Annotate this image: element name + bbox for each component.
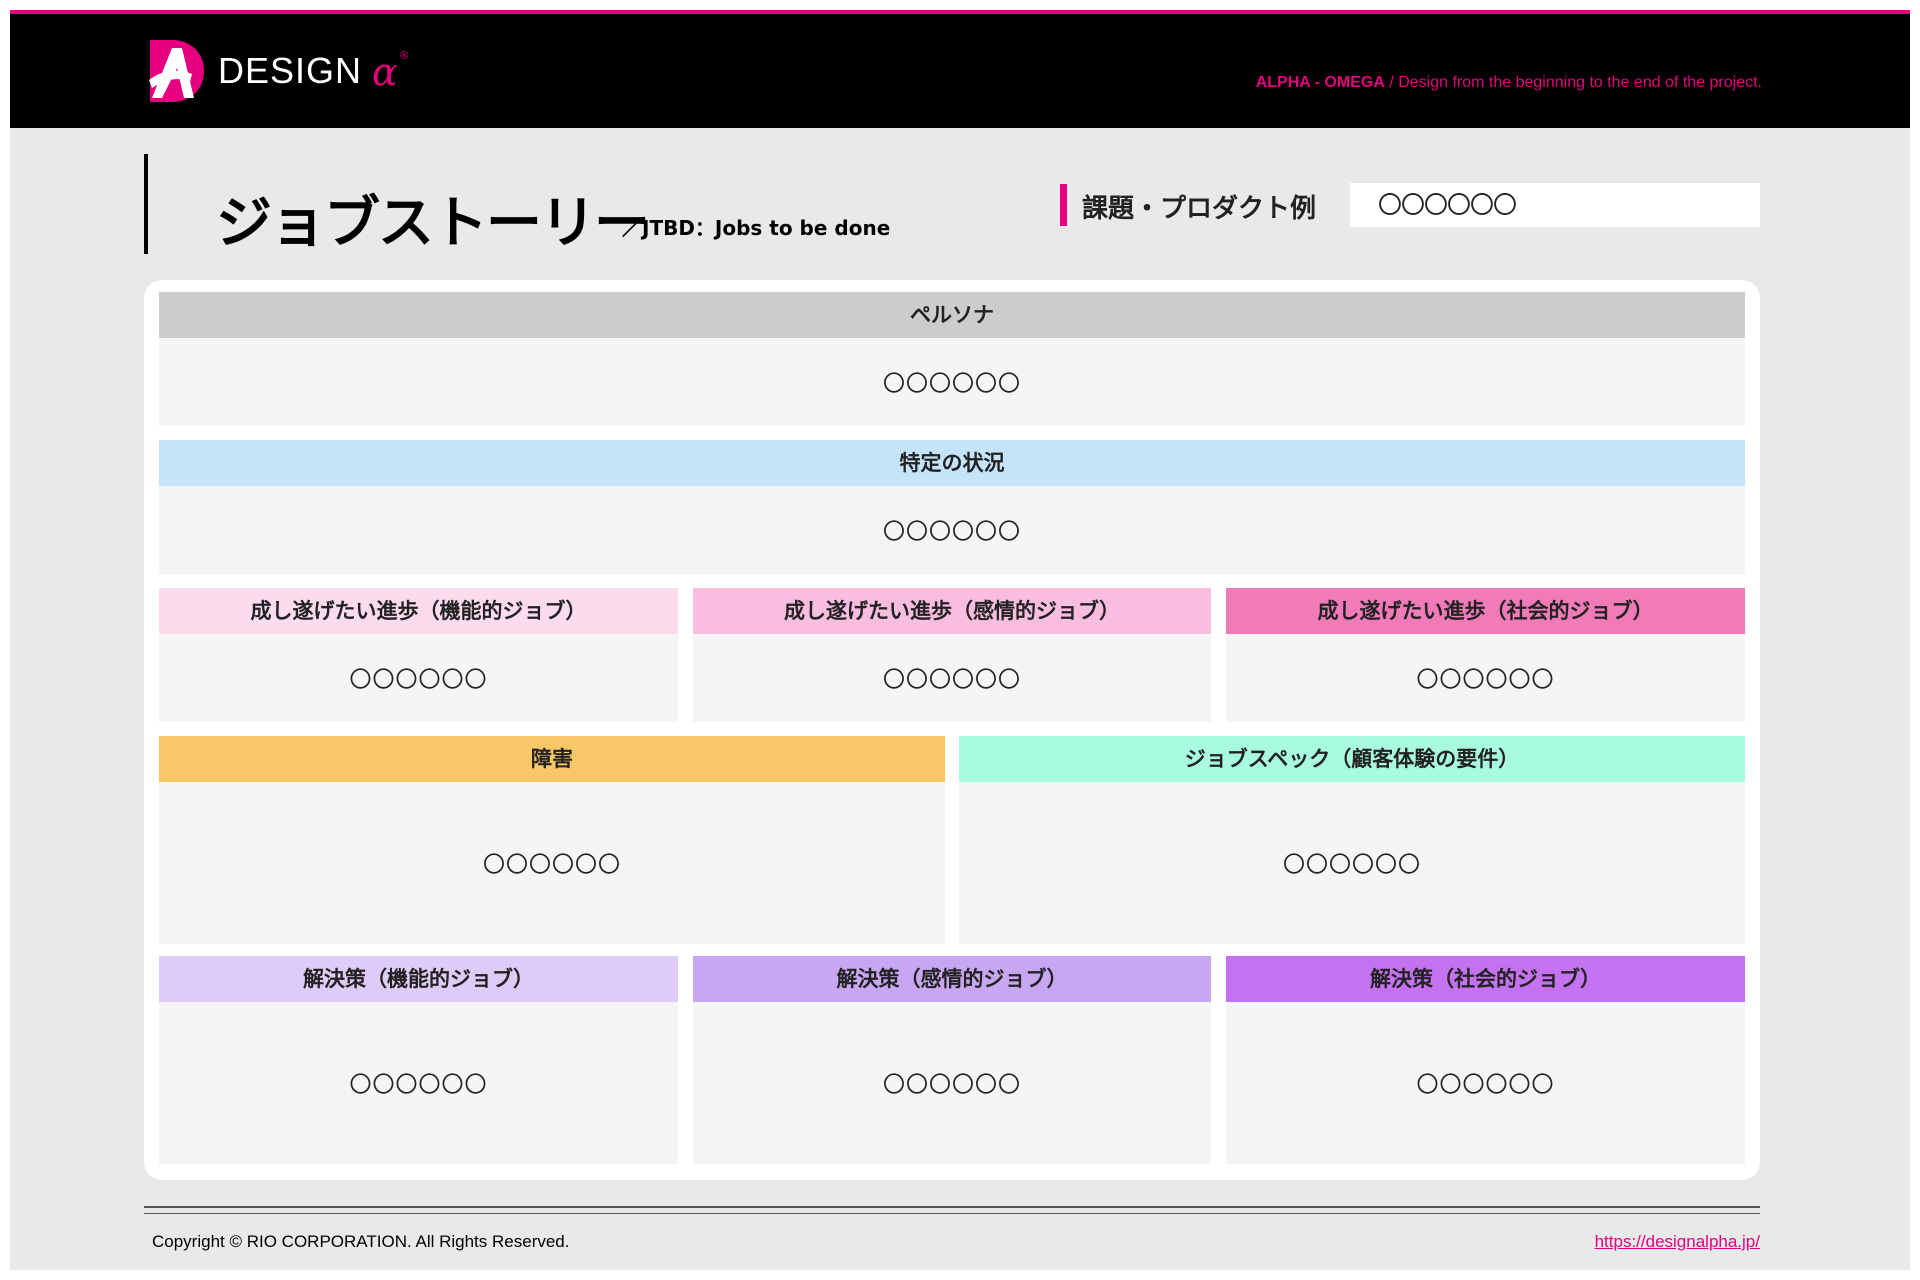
section-job-spec: ジョブスペック（顧客体験の要件） 〇〇〇〇〇〇 — [959, 736, 1745, 944]
section-header: 障害 — [159, 736, 945, 782]
section-body[interactable]: 〇〇〇〇〇〇 — [159, 338, 1745, 426]
section-body[interactable]: 〇〇〇〇〇〇 — [159, 634, 678, 722]
example-field[interactable]: 〇〇〇〇〇〇 — [1350, 183, 1760, 227]
section-situation: 特定の状況 〇〇〇〇〇〇 — [159, 440, 1745, 574]
section-header: 解決策（社会的ジョブ） — [1226, 956, 1745, 1002]
section-progress-functional: 成し遂げたい進歩（機能的ジョブ） 〇〇〇〇〇〇 — [159, 588, 678, 722]
section-body[interactable]: 〇〇〇〇〇〇 — [1226, 1002, 1745, 1164]
section-header: 成し遂げたい進歩（社会的ジョブ） — [1226, 588, 1745, 634]
canvas-card: ペルソナ 〇〇〇〇〇〇 特定の状況 〇〇〇〇〇〇 成し遂げたい進歩（機能的ジョブ… — [144, 280, 1760, 1180]
section-header: 特定の状況 — [159, 440, 1745, 486]
header-bar: DESIGN α® ALPHA - OMEGA / Design from th… — [10, 10, 1910, 128]
section-body[interactable]: 〇〇〇〇〇〇 — [693, 634, 1211, 722]
example-label: 課題・プロダクト例 — [1082, 194, 1317, 224]
section-progress-social: 成し遂げたい進歩（社会的ジョブ） 〇〇〇〇〇〇 — [1226, 588, 1745, 722]
section-body[interactable]: 〇〇〇〇〇〇 — [159, 1002, 678, 1164]
footer-divider — [144, 1206, 1760, 1208]
tagline: ALPHA - OMEGA / Design from the beginnin… — [1256, 74, 1762, 92]
section-progress-emotional: 成し遂げたい進歩（感情的ジョブ） 〇〇〇〇〇〇 — [693, 588, 1211, 722]
section-persona: ペルソナ 〇〇〇〇〇〇 — [159, 292, 1745, 426]
tagline-brand: ALPHA - OMEGA — [1255, 74, 1385, 91]
logo-text: DESIGN — [218, 50, 363, 91]
section-solution-emotional: 解決策（感情的ジョブ） 〇〇〇〇〇〇 — [693, 956, 1211, 1164]
example-accent-bar — [1060, 184, 1067, 226]
section-body[interactable]: 〇〇〇〇〇〇 — [1226, 634, 1745, 722]
title-accent-bar — [144, 154, 148, 254]
section-body[interactable]: 〇〇〇〇〇〇 — [959, 782, 1745, 944]
website-link[interactable]: https://designalpha.jp/ — [1595, 1232, 1760, 1252]
section-body[interactable]: 〇〇〇〇〇〇 — [159, 486, 1745, 574]
section-body[interactable]: 〇〇〇〇〇〇 — [159, 782, 945, 944]
section-header: 解決策（機能的ジョブ） — [159, 956, 678, 1002]
tagline-text: / Design from the beginning to the end o… — [1384, 74, 1762, 91]
section-obstacle: 障害 〇〇〇〇〇〇 — [159, 736, 945, 944]
section-solution-functional: 解決策（機能的ジョブ） 〇〇〇〇〇〇 — [159, 956, 678, 1164]
logo-alpha-symbol: α® — [372, 48, 410, 94]
section-solution-social: 解決策（社会的ジョブ） 〇〇〇〇〇〇 — [1226, 956, 1745, 1164]
page-subtitle: ／JTBD：Jobs to be done — [622, 216, 891, 240]
design-alpha-logo-icon — [149, 40, 204, 102]
page-title: ジョブストーリー — [216, 191, 650, 256]
section-body[interactable]: 〇〇〇〇〇〇 — [693, 1002, 1211, 1164]
logo: DESIGN α® — [146, 40, 410, 102]
section-header: 解決策（感情的ジョブ） — [693, 956, 1211, 1002]
section-header: 成し遂げたい進歩（感情的ジョブ） — [693, 588, 1211, 634]
footer-divider-thin — [144, 1213, 1760, 1214]
copyright: Copyright © RIO CORPORATION. All Rights … — [152, 1232, 570, 1251]
slide: DESIGN α® ALPHA - OMEGA / Design from th… — [10, 10, 1910, 1270]
section-header: ジョブスペック（顧客体験の要件） — [959, 736, 1745, 782]
section-header: 成し遂げたい進歩（機能的ジョブ） — [159, 588, 678, 634]
section-header: ペルソナ — [159, 292, 1745, 338]
